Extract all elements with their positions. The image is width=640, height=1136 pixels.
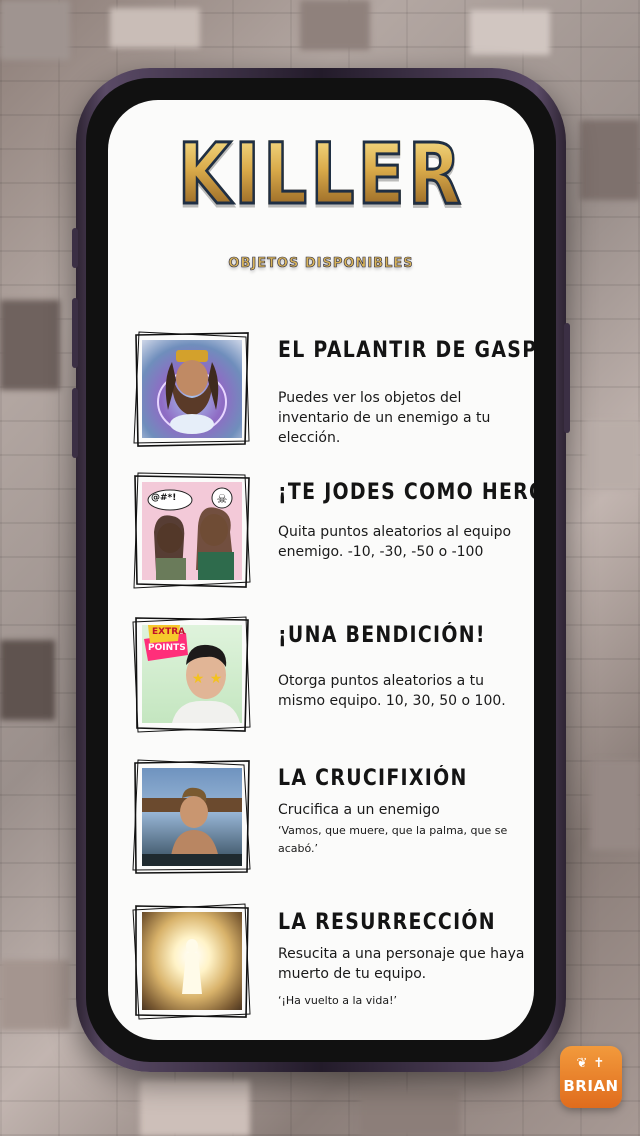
item-title: ¡TE JODES COMO HERODES!	[278, 480, 534, 505]
item-image-frame: ★ ★ EXTRA POINTS	[132, 616, 251, 733]
item-title: LA CRUCIFIXIÓN	[278, 766, 468, 791]
item-description-text: Quita puntos aleatorios al equipo enemig…	[278, 524, 512, 560]
item-title: ¡UNA BENDICIÓN!	[278, 623, 486, 648]
list-item-herodes[interactable]: ☠ @#*! ¡TE JODES COMO HERODES! Quita p	[108, 472, 534, 598]
item-image-frame	[132, 759, 251, 874]
svg-text:☠: ☠	[217, 492, 228, 506]
item-description: Resucita a una personaje que haya muerto…	[278, 944, 528, 1010]
list-item-crucifixion[interactable]: LA CRUCIFIXIÓN Crucifica a un enemigo ‘V…	[108, 759, 534, 884]
list-item-resurreccion[interactable]: LA RESURRECCIÓN Resucita a una personaje…	[108, 903, 534, 1028]
item-description: Otorga puntos aleatorios a tu mismo equi…	[278, 671, 528, 711]
herodes-image: ☠ @#*!	[142, 482, 242, 580]
item-description-text: Crucifica a un enemigo	[278, 802, 440, 818]
brian-logo: ❦ ✝ BRIAN	[560, 1046, 622, 1108]
wall-tile	[580, 120, 640, 200]
page-title: KILLER	[146, 131, 495, 218]
item-image-frame	[133, 331, 250, 447]
item-quote: ‘Vamos, que muere, que la palma, que se …	[278, 824, 508, 855]
crucifixion-image	[142, 768, 242, 866]
item-description: Crucifica a un enemigo ‘Vamos, que muere…	[278, 800, 528, 858]
wall-tile	[470, 10, 550, 55]
wall-tile	[0, 960, 70, 1030]
logo-icons: ❦ ✝	[576, 1056, 606, 1071]
item-description: Puedes ver los objetos del inventario de…	[278, 388, 528, 448]
wall-tile	[585, 420, 640, 490]
speech-bubble-text: @#*!	[151, 493, 177, 503]
item-description: Quita puntos aleatorios al equipo enemig…	[278, 522, 528, 562]
svg-text:★: ★	[210, 671, 223, 687]
bendicion-image: ★ ★ EXTRA POINTS	[142, 625, 242, 723]
wall-tile	[0, 0, 70, 60]
item-title: EL PALANTIR DE GASPAR	[278, 338, 534, 363]
palantir-image	[142, 340, 242, 438]
sticker-text-1: EXTRA	[152, 627, 186, 637]
list-item-palantir[interactable]: EL PALANTIR DE GASPAR Puedes ver los obj…	[108, 331, 534, 456]
wall-tile	[0, 300, 60, 390]
svg-text:★: ★	[192, 671, 205, 687]
sticker-text-2: POINTS	[148, 643, 186, 653]
phone-mute-button	[72, 228, 78, 268]
resurreccion-image	[142, 912, 242, 1010]
item-image-frame	[132, 903, 251, 1020]
list-item-bendicion[interactable]: ★ ★ EXTRA POINTS ¡UNA BENDICIÓN! Otorga …	[108, 616, 534, 741]
phone-screen: KILLER OBJETOS DISPONIBLES EL PALANTIR D…	[108, 100, 534, 1040]
wall-tile	[300, 0, 370, 50]
item-description-text: Puedes ver los objetos del inventario de…	[278, 390, 491, 446]
wall-tile	[110, 8, 200, 48]
page-subtitle: OBJETOS DISPONIBLES	[228, 256, 414, 272]
wall-tile	[140, 1080, 250, 1136]
item-description-text: Resucita a una personaje que haya muerto…	[278, 946, 525, 982]
phone-power-button	[564, 323, 570, 433]
phone-volume-up-button	[72, 298, 78, 368]
wall-tile	[0, 640, 55, 720]
wall-tile	[590, 760, 640, 850]
item-description-text: Otorga puntos aleatorios a tu mismo equi…	[278, 673, 506, 709]
phone-volume-down-button	[72, 388, 78, 458]
item-title: LA RESURRECCIÓN	[278, 910, 496, 935]
phone-bezel: KILLER OBJETOS DISPONIBLES EL PALANTIR D…	[86, 78, 556, 1062]
wall-tile	[360, 1090, 460, 1136]
item-quote: ‘¡Ha vuelto a la vida!’	[278, 994, 397, 1007]
logo-text: BRIAN	[563, 1077, 619, 1095]
item-image-frame: ☠ @#*!	[133, 472, 251, 589]
phone-frame: KILLER OBJETOS DISPONIBLES EL PALANTIR D…	[72, 68, 570, 1072]
